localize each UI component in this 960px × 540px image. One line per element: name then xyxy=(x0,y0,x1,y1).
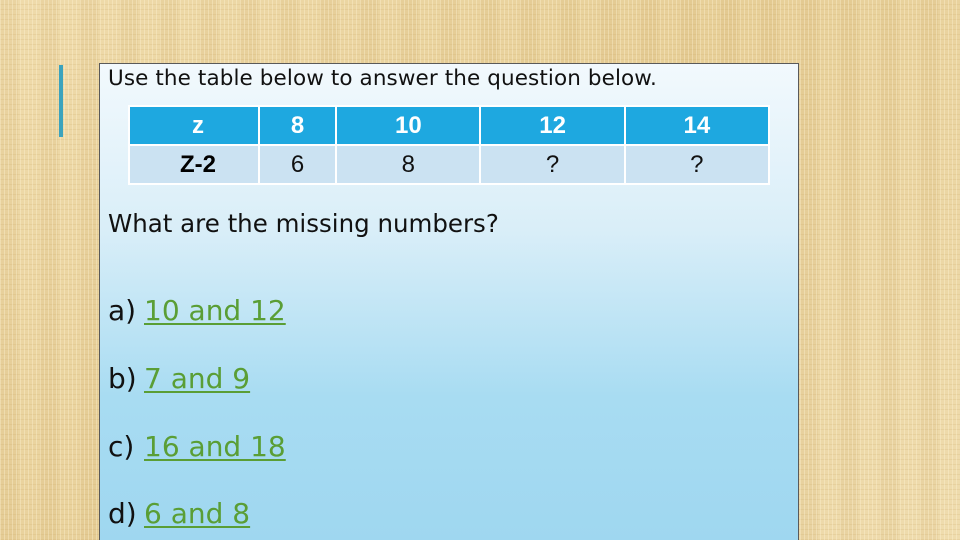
values-table: z 8 10 12 14 Z-2 6 8 ? ? xyxy=(128,105,771,185)
content-panel: Use the table below to answer the questi… xyxy=(99,63,799,540)
option-letter: c) xyxy=(108,430,135,463)
option-d: d) 6 and 8 xyxy=(108,497,250,530)
table-header-row: z 8 10 12 14 xyxy=(128,105,771,146)
table-header-cell: 14 xyxy=(623,105,771,146)
table-row: Z-2 6 8 ? ? xyxy=(128,144,771,185)
table-cell: 6 xyxy=(257,144,338,185)
accent-bar xyxy=(59,65,63,137)
question-text: What are the missing numbers? xyxy=(108,209,499,238)
table-header-cell: 12 xyxy=(479,105,626,146)
table-header-cell: z xyxy=(128,105,260,146)
table-cell: Z-2 xyxy=(128,144,260,185)
instruction-text: Use the table below to answer the questi… xyxy=(108,66,657,91)
option-a-link[interactable]: 10 and 12 xyxy=(144,294,286,327)
table-header-cell: 10 xyxy=(335,105,482,146)
option-b-link[interactable]: 7 and 9 xyxy=(144,362,250,395)
table-header-cell: 8 xyxy=(257,105,338,146)
option-letter: b) xyxy=(108,362,137,395)
option-letter: a) xyxy=(108,294,137,327)
option-c: c) 16 and 18 xyxy=(108,430,286,463)
option-d-link[interactable]: 6 and 8 xyxy=(144,497,250,530)
table-cell: 8 xyxy=(335,144,482,185)
table-cell: ? xyxy=(623,144,771,185)
table-cell: ? xyxy=(479,144,626,185)
option-letter: d) xyxy=(108,497,137,530)
option-a: a) 10 and 12 xyxy=(108,294,286,327)
option-b: b) 7 and 9 xyxy=(108,362,250,395)
option-c-link[interactable]: 16 and 18 xyxy=(144,430,286,463)
